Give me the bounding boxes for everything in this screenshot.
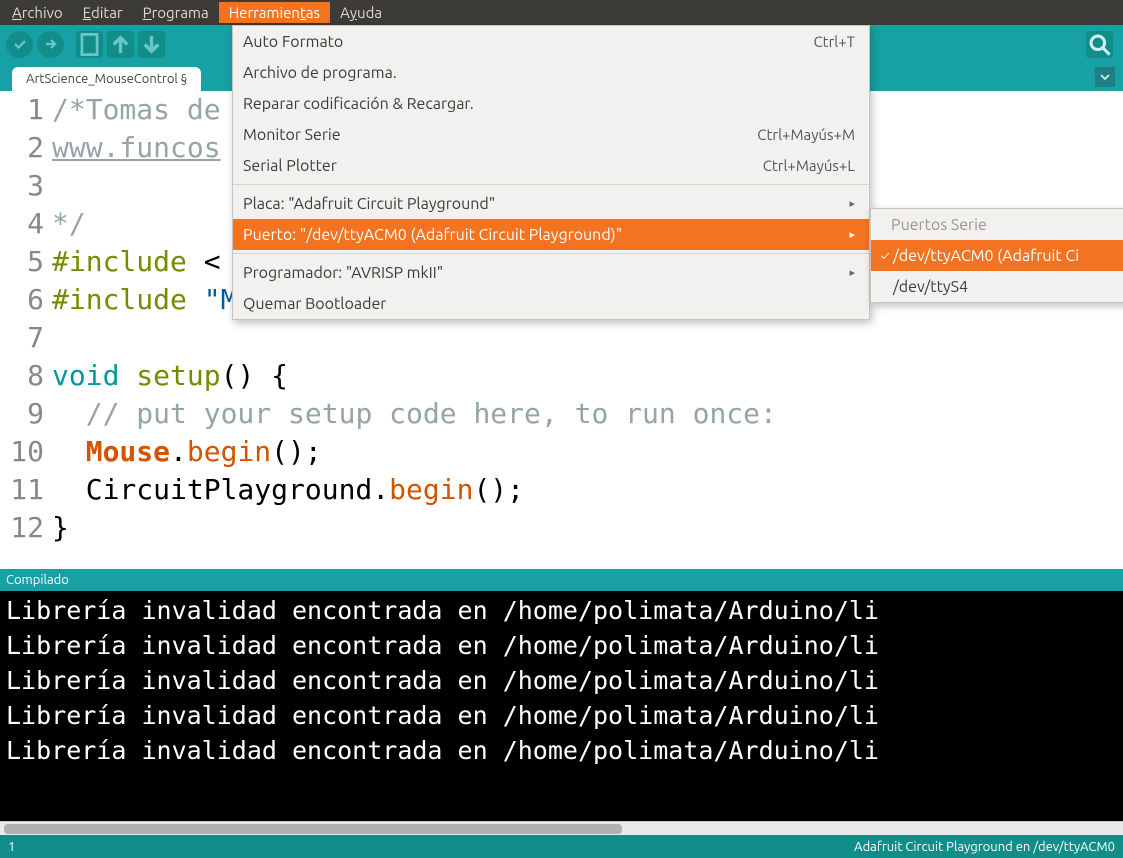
- submenu-header: Puertos Serie: [871, 209, 1123, 240]
- line-number: 9: [0, 395, 44, 433]
- check-icon: ✓: [877, 249, 893, 263]
- serial-monitor-button[interactable]: [1086, 31, 1113, 58]
- menu-herramientas[interactable]: Herramientas: [219, 2, 330, 23]
- compile-status-text: Compilado: [6, 573, 69, 587]
- submenu-arrow-icon: ▸: [849, 228, 855, 241]
- menu-item[interactable]: Auto FormatoCtrl+T: [233, 26, 869, 57]
- herramientas-dropdown: Auto FormatoCtrl+T Archivo de programa. Re…: [232, 25, 870, 320]
- status-board-port: Adafruit Circuit Playground en /dev/ttyA…: [854, 840, 1115, 854]
- menu-ayuda[interactable]: Ayuda: [330, 2, 392, 23]
- console-line: Librería invalidad encontrada en /home/p…: [6, 698, 1117, 733]
- menu-item[interactable]: Quemar Bootloader: [233, 288, 869, 319]
- line-number: 2: [0, 129, 44, 167]
- statusbar: 1 Adafruit Circuit Playground en /dev/tt…: [0, 835, 1123, 858]
- menu-shortcut: Ctrl+T: [813, 33, 855, 50]
- submenu-arrow-icon: ▸: [849, 266, 855, 279]
- line-number: 11: [0, 471, 44, 509]
- menu-item[interactable]: Archivo de programa.: [233, 57, 869, 88]
- line-number: 12: [0, 509, 44, 547]
- code-line[interactable]: [52, 319, 1123, 357]
- line-number: 3: [0, 167, 44, 205]
- horizontal-scrollbar[interactable]: [0, 821, 1123, 835]
- upload-button[interactable]: [37, 31, 64, 58]
- chevron-down-icon: [1099, 71, 1111, 83]
- console-line: Librería invalidad encontrada en /home/p…: [6, 593, 1117, 628]
- magnify-icon: [1086, 31, 1113, 58]
- submenu-arrow-icon: ▸: [849, 197, 855, 210]
- menu-item-label: Auto Formato: [243, 33, 813, 51]
- tab-menu-button[interactable]: [1095, 67, 1115, 87]
- menu-item[interactable]: Reparar codificación & Recargar.: [233, 88, 869, 119]
- menu-item[interactable]: Placa: "Adafruit Circuit Playground" ▸: [233, 188, 869, 219]
- save-button[interactable]: [138, 31, 165, 58]
- menu-item-label: Archivo de programa.: [243, 64, 855, 82]
- arrow-up-icon: [107, 31, 134, 58]
- line-number: 10: [0, 433, 44, 471]
- check-icon: [12, 36, 28, 52]
- line-number: 4: [0, 205, 44, 243]
- menubar: Archivo Editar Programa Herramientas Ayu…: [0, 0, 1123, 25]
- menu-shortcut: Ctrl+Mayús+L: [763, 157, 855, 174]
- submenu-item-label: /dev/ttyS4: [893, 278, 968, 296]
- submenu-item[interactable]: /dev/ttyS4: [871, 271, 1123, 302]
- console-line: Librería invalidad encontrada en /home/p…: [6, 628, 1117, 663]
- menu-item-label: Monitor Serie: [243, 126, 757, 144]
- line-number: 1: [0, 91, 44, 129]
- line-number: 5: [0, 243, 44, 281]
- menu-item-label: Serial Plotter: [243, 157, 763, 175]
- menu-item[interactable]: Programador: "AVRISP mkII" ▸: [233, 257, 869, 288]
- menu-item-label: Programador: "AVRISP mkII": [243, 264, 841, 282]
- arrow-right-icon: [43, 36, 59, 52]
- compile-status-bar: Compilado: [0, 569, 1123, 591]
- line-number: 6: [0, 281, 44, 319]
- menu-editar[interactable]: Editar: [73, 2, 133, 23]
- scrollbar-thumb[interactable]: [4, 824, 622, 834]
- menu-item-label: Reparar codificación & Recargar.: [243, 95, 855, 113]
- menu-archivo[interactable]: Archivo: [2, 2, 73, 23]
- menu-item-label: Placa: "Adafruit Circuit Playground": [243, 195, 841, 213]
- menu-separator: [233, 253, 869, 254]
- line-number: 7: [0, 319, 44, 357]
- submenu-item-label: /dev/ttyACM0 (Adafruit Ci: [893, 247, 1079, 265]
- status-line-number: 1: [8, 840, 15, 854]
- console-line: Librería invalidad encontrada en /home/p…: [6, 663, 1117, 698]
- open-button[interactable]: [107, 31, 134, 58]
- gutter: 123456789101112: [0, 91, 50, 569]
- menu-shortcut: Ctrl+Mayús+M: [757, 126, 855, 143]
- code-line[interactable]: void setup() {: [52, 357, 1123, 395]
- console-line: Librería invalidad encontrada en /home/p…: [6, 733, 1117, 768]
- menu-item[interactable]: Serial PlotterCtrl+Mayús+L: [233, 150, 869, 181]
- line-number: 8: [0, 357, 44, 395]
- menu-item-label: Puerto: "/dev/ttyACM0 (Adafruit Circuit …: [243, 226, 841, 244]
- code-line[interactable]: // put your setup code here, to run once…: [52, 395, 1123, 433]
- verify-button[interactable]: [6, 31, 33, 58]
- menu-item-label: Quemar Bootloader: [243, 295, 855, 313]
- puerto-submenu: Puertos Serie✓/dev/ttyACM0 (Adafruit Ci/…: [870, 208, 1123, 303]
- tab-sketch[interactable]: ArtScience_MouseControl §: [12, 67, 201, 91]
- console-output[interactable]: Librería invalidad encontrada en /home/p…: [0, 591, 1123, 821]
- code-line[interactable]: CircuitPlayground.begin();: [52, 471, 1123, 509]
- new-button[interactable]: [76, 31, 103, 58]
- menu-item[interactable]: Monitor SerieCtrl+Mayús+M: [233, 119, 869, 150]
- menu-item[interactable]: Puerto: "/dev/ttyACM0 (Adafruit Circuit …: [233, 219, 869, 250]
- file-icon: [76, 31, 103, 58]
- arrow-down-icon: [138, 31, 165, 58]
- code-line[interactable]: Mouse.begin();: [52, 433, 1123, 471]
- menu-separator: [233, 184, 869, 185]
- submenu-item[interactable]: ✓/dev/ttyACM0 (Adafruit Ci: [871, 240, 1123, 271]
- menu-programa[interactable]: Programa: [133, 2, 219, 23]
- code-line[interactable]: }: [52, 509, 1123, 547]
